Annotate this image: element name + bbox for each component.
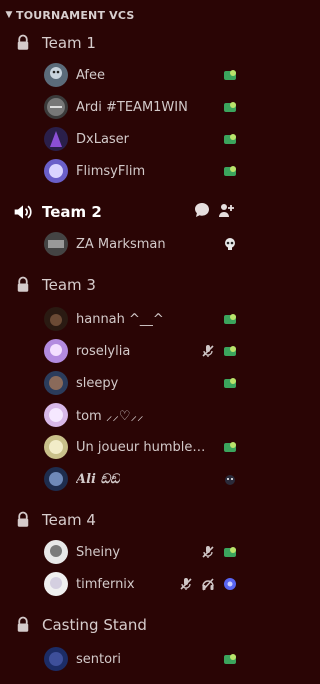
voice-user[interactable]: Un joueur humble [... <box>44 432 240 462</box>
activity-icon <box>222 375 238 391</box>
voice-user[interactable]: sleepy <box>44 368 240 398</box>
muted-mic-icon <box>200 343 216 359</box>
voice-channel-casting-stand[interactable]: Casting Stand <box>12 610 238 640</box>
voice-channel-team-3[interactable]: Team 3 <box>12 270 238 300</box>
avatar <box>44 647 68 671</box>
avatar <box>44 371 68 395</box>
voice-user[interactable]: hannah ^__^ <box>44 304 240 334</box>
activity-icon <box>222 131 238 147</box>
avatar <box>44 467 68 491</box>
voice-user[interactable]: DxLaser <box>44 124 240 154</box>
chevron-down-icon: ▼ <box>5 10 13 20</box>
username: timfernix <box>76 576 135 592</box>
username: sentori <box>76 651 122 667</box>
username: hannah ^__^ <box>76 311 164 327</box>
speaker-icon <box>12 201 34 223</box>
lock-icon <box>12 32 34 54</box>
channel-name: Casting Stand <box>42 616 147 634</box>
voice-user[interactable]: 𝑨𝒍𝒊 ඞඞ <box>44 464 240 494</box>
channel-name: Team 4 <box>42 511 96 529</box>
username: DxLaser <box>76 131 130 147</box>
voice-user[interactable]: tom ⸝⸝♡⸝⸝ <box>44 400 240 430</box>
deafened-icon <box>200 576 216 592</box>
voice-user[interactable]: Afee <box>44 60 240 90</box>
voice-channel-team-2[interactable]: Team 2 <box>12 197 238 227</box>
voice-user[interactable]: timfernix <box>44 569 240 599</box>
avatar <box>44 63 68 87</box>
muted-mic-icon <box>200 544 216 560</box>
channel-name: Team 1 <box>42 34 96 52</box>
invite-user-icon[interactable] <box>218 202 234 222</box>
muted-mic-icon <box>178 576 194 592</box>
voice-channel-team-1[interactable]: Team 1 <box>12 28 238 58</box>
skull-activity-icon <box>222 236 238 252</box>
channel-name: Team 3 <box>42 276 96 294</box>
avatar <box>44 403 68 427</box>
chat-icon[interactable] <box>194 202 210 222</box>
avatar <box>44 95 68 119</box>
activity-icon <box>222 439 238 455</box>
activity-icon <box>222 163 238 179</box>
voice-user[interactable]: FlimsyFlim <box>44 156 240 186</box>
voice-user[interactable]: roselylia <box>44 336 240 366</box>
lock-icon <box>12 274 34 296</box>
avatar <box>44 159 68 183</box>
username: FlimsyFlim <box>76 163 146 179</box>
activity-icon <box>222 67 238 83</box>
activity-icon <box>222 343 238 359</box>
creature-activity-icon <box>222 471 238 487</box>
voice-user[interactable]: ZA Marksman <box>44 229 240 259</box>
activity-icon <box>222 99 238 115</box>
voice-user[interactable]: Ardi #TEAM1WIN <box>44 92 240 122</box>
avatar <box>44 127 68 151</box>
avatar <box>44 307 68 331</box>
username: Afee <box>76 67 106 83</box>
lock-icon <box>12 509 34 531</box>
lock-icon <box>12 614 34 636</box>
username: sleepy <box>76 375 119 391</box>
username: roselylia <box>76 343 131 359</box>
voice-user[interactable]: sentori <box>44 644 240 674</box>
activity-icon <box>222 651 238 667</box>
avatar <box>44 339 68 363</box>
avatar <box>44 540 68 564</box>
voice-user[interactable]: Sheiny <box>44 537 240 567</box>
activity-icon <box>222 544 238 560</box>
avatar <box>44 435 68 459</box>
username: Sheiny <box>76 544 121 560</box>
username: Un joueur humble [... <box>76 439 206 455</box>
purple-activity-icon <box>222 576 238 592</box>
username: ZA Marksman <box>76 236 166 252</box>
username: 𝑨𝒍𝒊 ඞඞ <box>76 471 120 487</box>
username: tom ⸝⸝♡⸝⸝ <box>76 409 144 424</box>
avatar <box>44 572 68 596</box>
category-title: TOURNAMENT VCS <box>16 8 135 22</box>
avatar <box>44 232 68 256</box>
username: Ardi #TEAM1WIN <box>76 99 188 115</box>
category-header[interactable]: ▼ TOURNAMENT VCS <box>0 0 248 30</box>
channel-name: Team 2 <box>42 203 102 221</box>
activity-icon <box>222 311 238 327</box>
voice-channel-team-4[interactable]: Team 4 <box>12 505 238 535</box>
